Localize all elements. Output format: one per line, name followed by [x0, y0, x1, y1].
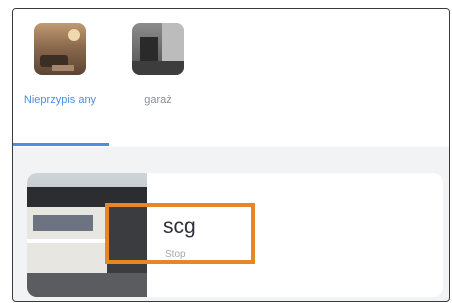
house-exterior-image — [27, 173, 147, 297]
app-window: Nieprzypis any garaż scg Stop — [12, 8, 450, 302]
tab-label: garaż — [144, 94, 172, 106]
tab-garage[interactable]: garaż — [113, 23, 203, 143]
device-card[interactable]: scg Stop — [27, 173, 443, 297]
living-room-thumbnail — [34, 23, 86, 75]
tab-unassigned[interactable]: Nieprzypis any — [15, 23, 105, 143]
room-tab-bar: Nieprzypis any garaż — [13, 9, 449, 147]
active-tab-indicator — [13, 143, 109, 146]
device-name: scg — [163, 215, 196, 238]
tab-label: Nieprzypis any — [23, 94, 97, 106]
device-status: Stop — [165, 249, 186, 260]
garage-thumbnail — [132, 23, 184, 75]
